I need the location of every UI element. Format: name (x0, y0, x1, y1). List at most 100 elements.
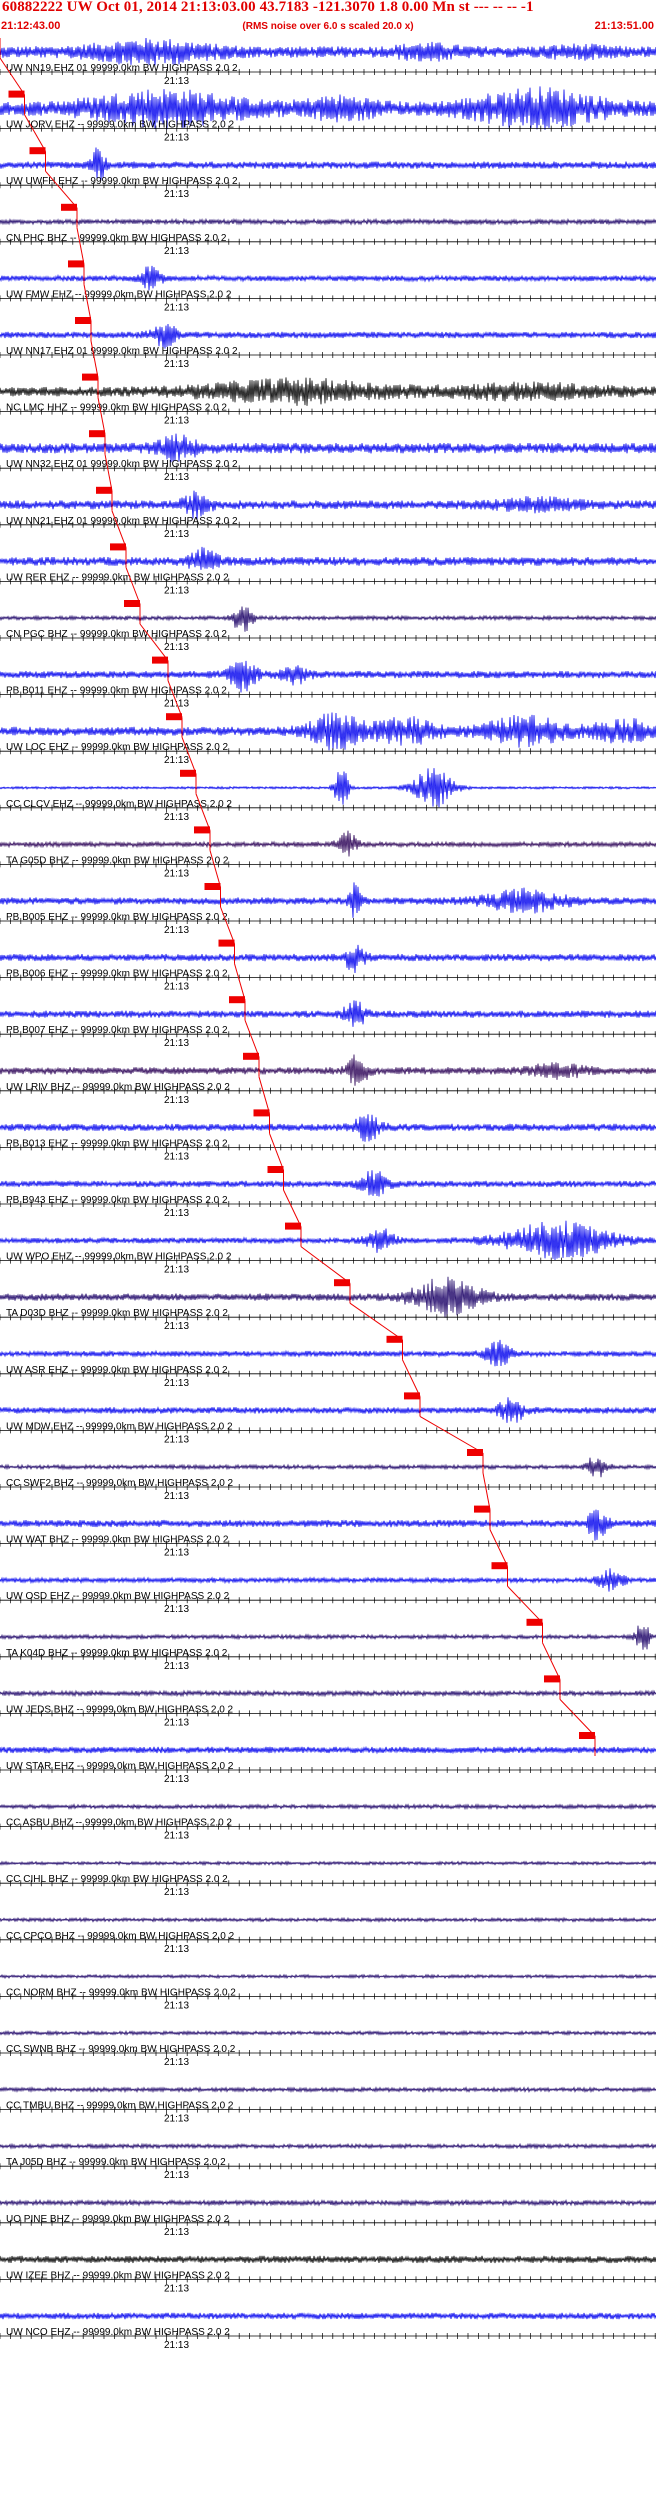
trace-row: CC TMBU BHZ -- 99999.0km BW HIGHPASS 2.0… (0, 2086, 656, 2125)
pick-line (349, 1302, 403, 1341)
trace-row: UO PINE BHZ -- 99999.0km BW HIGHPASS 2.0… (0, 2198, 656, 2238)
station-label: NC LMC HHZ -- 99999.0km BW HIGHPASS 2.0 … (6, 403, 227, 414)
pick-marker (124, 600, 140, 607)
station-label: TA G05D BHZ -- 99999.0km BW HIGHPASS 2.0… (6, 855, 229, 866)
pick-line (419, 1415, 484, 1454)
station-label: CC SWF2 BHZ -- 99999.0km BW HIGHPASS 2.0… (6, 1478, 234, 1489)
station-label: CC SWNB BHZ -- 99999.0km BW HIGHPASS 2.0… (6, 2044, 236, 2055)
pick-marker (75, 317, 91, 324)
waveform (0, 2086, 656, 2094)
waveform (0, 830, 656, 857)
pick-marker (544, 1675, 560, 1683)
station-label: CN PHC BHZ -- 99999.0km BW HIGHPASS 2.0 … (6, 233, 227, 244)
minute-label: 21:13 (164, 585, 189, 596)
waveform (0, 433, 656, 463)
station-label: CC CPCO BHZ -- 99999.0km BW HIGHPASS 2.0… (6, 1931, 235, 1942)
pick-marker (194, 826, 210, 834)
minute-label: 21:13 (164, 2114, 189, 2125)
station-label: TA K04D BHZ -- 99999.0km BW HIGHPASS 2.0… (6, 1648, 228, 1659)
waveform (0, 1860, 656, 1867)
waveform (0, 2029, 656, 2037)
minute-label: 21:13 (164, 1095, 189, 1106)
pick-line (482, 1472, 491, 1510)
station-label: UW RER EHZ -- 99999.0km BW HIGHPASS 2.0 … (6, 572, 229, 583)
station-label: UW ASR EHZ -- 99999.0km BW HIGHPASS 2.0 … (6, 1365, 228, 1376)
minute-label: 21:13 (164, 1661, 189, 1672)
seismogram-plot: UW NN19 EHZ 01 99999.0km BW HIGHPASS 2.0… (0, 38, 656, 2351)
minute-label: 21:13 (164, 2000, 189, 2011)
minute-label: 21:13 (164, 1321, 189, 1332)
waveform (0, 1625, 656, 1650)
station-label: CC CIHL BHZ -- 99999.0km BW HIGHPASS 2.0… (6, 1874, 228, 1885)
waveform (0, 265, 656, 291)
minute-label: 21:13 (164, 755, 189, 766)
minute-label: 21:13 (164, 302, 189, 313)
pick-marker (166, 713, 182, 721)
station-label: PB B005 EHZ -- 99999.0km BW HIGHPASS 2.0… (6, 912, 228, 923)
pick-marker (467, 1449, 483, 1456)
minute-label: 21:13 (164, 1548, 189, 1559)
trace-row: UW IZEE BHZ -- 99999.0km BW HIGHPASS 2.0… (0, 2255, 656, 2294)
waveform (0, 1568, 656, 1592)
plot-header: 60882222 UW Oct 01, 2014 21:13:03.00 43.… (0, 0, 656, 38)
pick-marker (29, 147, 46, 155)
station-label: UW NN17 EHZ 01 99999.0km BW HIGHPASS 2.0… (6, 346, 238, 357)
pick-line (300, 1246, 351, 1284)
pick-line (234, 963, 246, 1001)
minute-label: 21:13 (164, 2283, 189, 2294)
pick-marker (152, 656, 168, 664)
minute-label: 21:13 (164, 416, 189, 427)
station-label: UW UWFH EHZ -- 99999.0km BW HIGHPASS 2.0… (6, 176, 238, 187)
waveform (0, 2311, 656, 2321)
pick-marker (61, 203, 77, 211)
waveform (0, 1170, 656, 1197)
pick-marker (8, 90, 25, 98)
minute-label: 21:13 (164, 189, 189, 200)
station-label: UO PINE BHZ -- 99999.0km BW HIGHPASS 2.0… (6, 2214, 230, 2225)
pick-line (489, 1529, 508, 1567)
minute-label: 21:13 (164, 1717, 189, 1728)
pick-line (559, 1699, 596, 1737)
pick-marker (89, 430, 105, 438)
minute-label: 21:13 (164, 982, 189, 993)
minute-label: 21:13 (164, 2340, 189, 2351)
waveform (0, 1973, 656, 1980)
pick-marker (474, 1505, 490, 1513)
trace-row: UW NN19 EHZ 01 99999.0km BW HIGHPASS 2.0… (0, 38, 656, 87)
waveform (0, 546, 656, 570)
waveform (0, 38, 656, 66)
trace-row: CC SWNB BHZ -- 99999.0km BW HIGHPASS 2.0… (0, 2029, 656, 2068)
waveform (0, 1689, 656, 1698)
pick-line (258, 1076, 270, 1114)
pick-marker (404, 1392, 420, 1400)
waveform (0, 1339, 656, 1367)
station-label: UW NN21 EHZ 01 99999.0km BW HIGHPASS 2.0… (6, 516, 238, 527)
trace-row: TA J05D BHZ -- 99999.0km BW HIGHPASS 2.0… (0, 2142, 656, 2181)
minute-label: 21:13 (164, 1208, 189, 1219)
minute-label: 21:13 (164, 812, 189, 823)
pick-marker (526, 1618, 543, 1626)
station-label: UW WPO EHZ -- 99999.0km BW HIGHPASS 2.0 … (6, 1252, 232, 1263)
minute-label: 21:13 (164, 1604, 189, 1615)
pick-marker (204, 883, 221, 890)
pick-marker (491, 1562, 508, 1570)
minute-label: 21:13 (164, 1038, 189, 1049)
minute-label: 21:13 (164, 76, 189, 87)
minute-label: 21:13 (164, 359, 189, 370)
minute-label: 21:13 (164, 1151, 189, 1162)
station-label: UW LRIV BHZ -- 99999.0km BW HIGHPASS 2.0… (6, 1082, 230, 1093)
minute-label: 21:13 (164, 1831, 189, 1842)
pick-marker (253, 1109, 270, 1117)
pick-marker (267, 1166, 284, 1173)
station-label: CC ASBU BHZ -- 99999.0km BW HIGHPASS 2.0… (6, 1818, 232, 1829)
minute-label: 21:13 (164, 1434, 189, 1445)
minute-label: 21:13 (164, 1887, 189, 1898)
trace-row: CC NORM BHZ -- 99999.0km BW HIGHPASS 2.0… (0, 1973, 656, 2011)
minute-label: 21:13 (164, 1491, 189, 1502)
minute-label: 21:13 (164, 2170, 189, 2181)
station-label: UW FMW EHZ -- 99999.0km BW HIGHPASS 2.0 … (6, 289, 232, 300)
end-time-label: 21:13:51.00 (594, 20, 654, 32)
waveform (0, 323, 656, 349)
pick-marker (285, 1222, 301, 1230)
station-label: UW JEDS BHZ -- 99999.0km BW HIGHPASS 2.0… (6, 1704, 234, 1715)
